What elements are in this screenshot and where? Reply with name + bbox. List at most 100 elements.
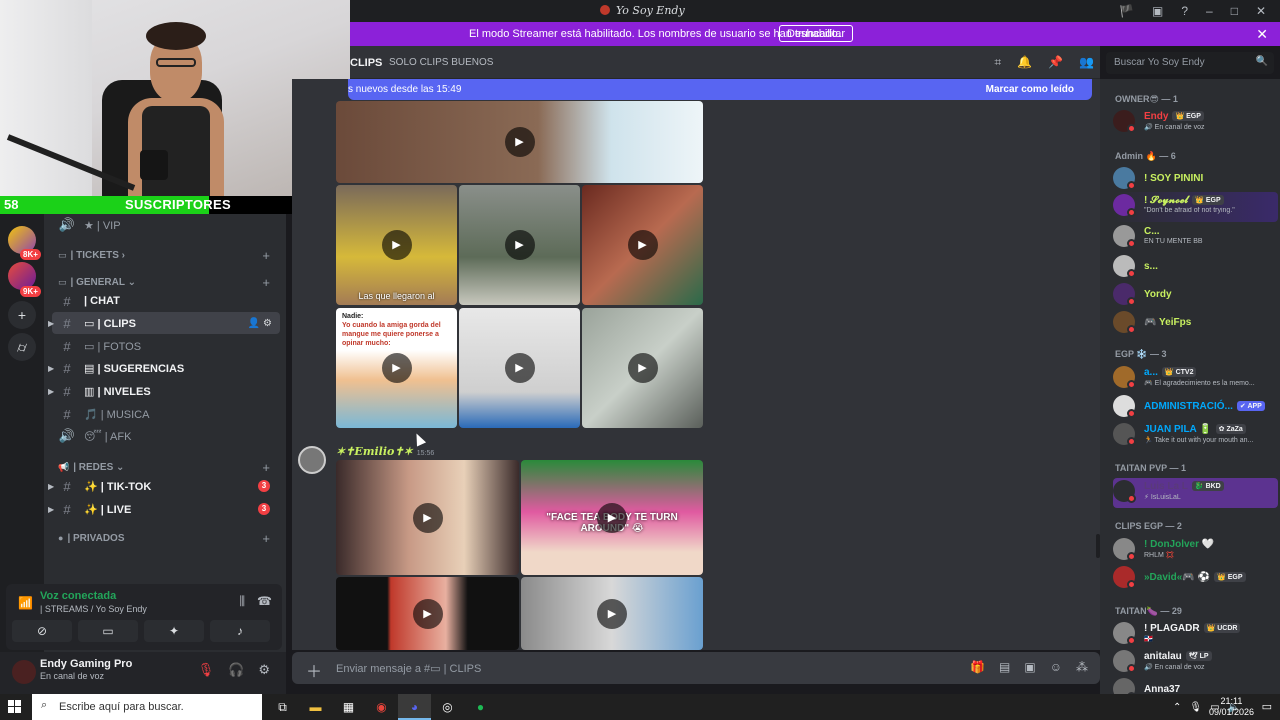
expand-arrow-icon[interactable]: ▶ [48, 364, 54, 373]
video-attachment[interactable]: ▶ Las que llegaron al [336, 185, 457, 305]
channel-item[interactable]: # ▭ | FOTOS [52, 335, 280, 357]
create-channel-icon[interactable]: + [262, 460, 270, 475]
member-item[interactable]: ! SOY PININI [1113, 165, 1278, 195]
explore-icon[interactable]: ⌭ [8, 333, 36, 361]
spotify-icon[interactable]: ● [464, 694, 497, 720]
channel-item[interactable]: ▶ # ▭ | CLIPS 👤 ⚙ [48, 312, 280, 334]
voice-status[interactable]: Voz conectada [40, 590, 116, 602]
channel-topic[interactable]: SOLO CLIPS BUENOS [389, 57, 493, 68]
play-icon[interactable]: ▶ [627, 230, 658, 260]
soundboard-button[interactable]: ♪ [210, 620, 270, 642]
close-icon[interactable]: ✕ [1256, 26, 1268, 43]
member-item[interactable]: s... [1113, 253, 1278, 283]
play-icon[interactable]: ▶ [381, 230, 412, 260]
gift-icon[interactable]: 🎁 [970, 660, 985, 674]
bell-icon[interactable]: 🔔 [1017, 55, 1032, 70]
expand-arrow-icon[interactable]: ▶ [48, 319, 54, 328]
add-server-icon[interactable]: + [8, 301, 36, 329]
emoji-icon[interactable]: ☺ [1050, 660, 1062, 674]
play-icon[interactable]: ▶ [412, 502, 443, 533]
avatar[interactable] [12, 660, 36, 684]
notifications-icon[interactable]: ▭ [1262, 700, 1272, 713]
member-item[interactable]: 🎮 YeiFps [1113, 309, 1278, 339]
sticker-icon[interactable]: ▣ [1024, 660, 1035, 674]
play-icon[interactable]: ▶ [504, 353, 535, 383]
obs-icon[interactable]: ◎ [431, 694, 464, 720]
screen-share-button[interactable]: ▭ [78, 620, 138, 642]
member-item[interactable]: ! 𝓢𝓸𝔂𝓷𝓸𝓮𝓵 👑 EGP "Don't be afraid of not tr… [1113, 192, 1278, 222]
member-item[interactable]: ADMINISTRACIÓ... ✔ APP [1113, 393, 1278, 423]
taskbar-search[interactable]: ⌕ Escribe aquí para buscar. [32, 694, 262, 720]
pin-icon[interactable]: 📌 [1048, 55, 1063, 70]
deafen-icon[interactable]: 🎧 [228, 662, 244, 678]
channel-item[interactable]: 🔊 ★ | VIP [52, 214, 280, 236]
member-item[interactable]: JUAN PILA 🔋 ✿ ZaZa 🏃 Take it out with your… [1113, 421, 1278, 451]
video-attachment[interactable]: ▶ [521, 577, 703, 650]
member-item[interactable]: a... 👑 CTV2 🎮 El agradecimiento es la memo… [1113, 364, 1278, 394]
discord-app-icon[interactable]: ◕ [398, 694, 431, 720]
avatar[interactable] [298, 446, 326, 474]
message-input[interactable]: Enviar mensaje a #▭ | CLIPS [336, 662, 481, 675]
expand-arrow-icon[interactable]: ▶ [48, 387, 54, 396]
search-input[interactable]: Buscar Yo Soy Endy 🔍 [1106, 52, 1274, 74]
gif-icon[interactable]: ▤ [999, 660, 1010, 674]
camera-off-button[interactable]: ⊘ [12, 620, 72, 642]
channel-item[interactable]: ▶ # ▤ | SUGERENCIAS [48, 357, 280, 379]
channel-item[interactable]: # | CHAT [52, 290, 280, 312]
channel-item[interactable]: 🔊 😴 | AFK [52, 425, 280, 447]
play-icon[interactable]: ▶ [597, 598, 627, 629]
play-icon[interactable]: ▶ [597, 502, 627, 533]
help-icon[interactable]: ? [1181, 4, 1188, 18]
members-icon[interactable]: 👥 [1079, 55, 1094, 70]
disconnect-icon[interactable]: ☎ [257, 594, 272, 609]
member-item[interactable]: ! DonJolver 🤍 RHLM 💢 [1113, 536, 1278, 566]
play-icon[interactable]: ▶ [381, 353, 412, 383]
file-explorer-icon[interactable]: ▬ [299, 694, 332, 720]
inbox-icon[interactable]: 🏴 [1119, 4, 1134, 18]
windows-start-icon[interactable] [8, 700, 22, 714]
task-view-icon[interactable]: ⧉ [266, 694, 299, 720]
screen-icon[interactable]: ▣ [1152, 4, 1163, 18]
channel-category[interactable]: 📢 | REDES ⌄ + [58, 459, 278, 475]
username[interactable]: Endy Gaming Pro [40, 658, 132, 670]
attach-plus-icon[interactable]: ＋ [306, 658, 322, 682]
play-icon[interactable]: ▶ [412, 598, 443, 629]
close-window-button[interactable]: ✕ [1256, 4, 1266, 18]
voice-channel[interactable]: | STREAMS / Yo Soy Endy [40, 604, 147, 614]
play-icon[interactable]: ▶ [504, 127, 535, 157]
mute-icon[interactable]: 🎙 [198, 662, 215, 678]
member-item[interactable]: Endy 👑 EGP 🔊 En canal de voz [1113, 108, 1278, 138]
create-channel-icon[interactable]: + [262, 531, 270, 546]
channel-settings-icon[interactable]: 👤 ⚙ [248, 318, 272, 329]
member-item[interactable]: »David«🎮 ⚽ 👑 EGP [1113, 564, 1278, 594]
video-attachment[interactable]: Nadie: Yo cuando la amiga gorda del mangu… [336, 308, 457, 428]
video-attachment[interactable]: "FACE TEA BODY TE TURN AROUND" 😭▶ [521, 460, 703, 575]
member-item[interactable]: Luis La L 🐉 BKD ⚡ IsLuisLaL [1113, 478, 1278, 508]
member-item[interactable]: ! PLAGADR 👑 UCDR 🇩🇴 [1113, 620, 1278, 650]
maximize-button[interactable]: □ [1231, 4, 1238, 18]
member-item[interactable]: C... EN TU MENTE BB [1113, 223, 1278, 253]
expand-arrow-icon[interactable]: ▶ [48, 482, 54, 491]
video-attachment[interactable]: ▶ [459, 185, 580, 305]
channel-item[interactable]: ▶ # ▥ | NIVELES [48, 380, 280, 402]
channel-item[interactable]: ▶ # ✨ | TIK-TOK 3 [48, 475, 280, 497]
video-attachment[interactable]: ▶ [459, 308, 580, 428]
disable-streamer-button[interactable]: Deshabilitar [779, 25, 854, 42]
activities-button[interactable]: ✦ [144, 620, 204, 642]
expand-arrow-icon[interactable]: ▶ [48, 505, 54, 514]
member-item[interactable]: Anna37 [1113, 676, 1278, 694]
threads-icon[interactable]: ⌗ [994, 55, 1001, 70]
new-messages-bar[interactable]: s nuevos desde las 15:49 Marcar como leí… [348, 79, 1092, 100]
video-attachment[interactable]: ▶ [582, 185, 703, 305]
video-attachment[interactable]: ▶ [336, 101, 703, 183]
member-item[interactable]: Yordy [1113, 281, 1278, 311]
play-icon[interactable]: ▶ [627, 353, 658, 383]
video-attachment[interactable]: ▶ [582, 308, 703, 428]
chevron-up-icon[interactable]: ⌃ [1173, 702, 1181, 713]
video-attachment[interactable]: ▶ [336, 577, 519, 650]
noise-suppression-icon[interactable]: ⫼ [240, 594, 246, 609]
message-composer[interactable]: ＋ Enviar mensaje a #▭ | CLIPS 🎁 ▤ ▣ ☺ ⁂ [292, 652, 1100, 684]
gear-icon[interactable]: ⚙ [258, 662, 270, 678]
taskbar-clock[interactable]: 21:11 09/01/2026 [1209, 696, 1254, 718]
channel-category[interactable]: ● | PRIVADOS + [58, 530, 278, 546]
